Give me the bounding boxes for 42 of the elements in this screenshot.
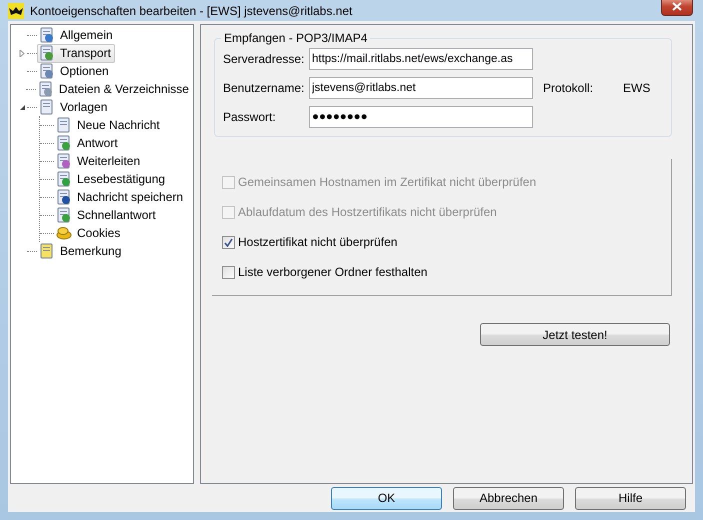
tree-item[interactable]: Dateien & Verzeichnisse bbox=[36, 80, 193, 98]
checkbox-label: Liste verborgener Ordner festhalten bbox=[238, 265, 428, 279]
checkbox-label: Gemeinsamen Hostnamen im Zertifikat nicht überprüfen bbox=[238, 175, 536, 189]
close-icon bbox=[672, 2, 682, 11]
dialog-button[interactable]: Hilfe bbox=[575, 486, 686, 510]
field-label: Benutzername: bbox=[223, 81, 306, 95]
tree-item[interactable]: Cookies bbox=[54, 224, 124, 242]
page-icon bbox=[56, 117, 72, 133]
tree-item[interactable]: Optionen bbox=[37, 62, 113, 80]
input-field[interactable]: https://mail.ritlabs.net/ews/exchange.as bbox=[309, 48, 533, 70]
checkbox[interactable] bbox=[222, 236, 235, 248]
coins-icon bbox=[56, 225, 72, 241]
tree-item[interactable]: Vorlagen bbox=[37, 98, 112, 116]
app-icon bbox=[8, 2, 24, 18]
close-button[interactable] bbox=[661, 0, 693, 16]
pages-icon bbox=[39, 99, 55, 115]
tree-item[interactable]: Schnellantwort bbox=[54, 206, 160, 224]
dialog-button[interactable]: OK bbox=[331, 486, 442, 510]
input-field[interactable]: ●●●●●●●● bbox=[309, 106, 533, 128]
tree-item[interactable]: Nachricht speichern bbox=[54, 188, 188, 206]
group-title: Empfangen - POP3/IMAP4 bbox=[221, 31, 370, 45]
tree-item[interactable]: Antwort bbox=[54, 134, 122, 152]
test-button[interactable]: Jetzt testen! bbox=[480, 323, 670, 346]
note-icon bbox=[39, 243, 55, 259]
checkbox-label: Ablaufdatum des Hostzertifikats nicht überprüfen bbox=[238, 205, 497, 219]
checkbox[interactable] bbox=[222, 266, 235, 278]
tree-item[interactable]: Allgemein bbox=[37, 26, 117, 44]
tree-item[interactable]: Bemerkung bbox=[37, 242, 126, 260]
checkbox-label: Hostzertifikat nicht überprüfen bbox=[238, 235, 398, 249]
window-title: Kontoeigenschaften bearbeiten - [EWS] jstevens@ritlabs.net bbox=[30, 4, 354, 18]
protocol-value: EWS bbox=[623, 81, 650, 95]
dialog-button[interactable]: Abbrechen bbox=[453, 486, 564, 510]
expanded-arrow-icon[interactable] bbox=[18, 104, 26, 110]
protocol-label: Protokoll: bbox=[543, 81, 594, 95]
tree-item[interactable]: Transport bbox=[37, 44, 115, 62]
tree-item[interactable]: Neue Nachricht bbox=[54, 116, 164, 134]
input-field[interactable]: jstevens@ritlabs.net bbox=[309, 77, 533, 99]
field-label: Serveradresse: bbox=[223, 52, 306, 66]
tree-item[interactable]: Lesebestätigung bbox=[54, 170, 170, 188]
tree-item[interactable]: Weiterleiten bbox=[54, 152, 144, 170]
field-label: Passwort: bbox=[223, 110, 277, 124]
collapsed-arrow-icon[interactable] bbox=[18, 50, 26, 56]
